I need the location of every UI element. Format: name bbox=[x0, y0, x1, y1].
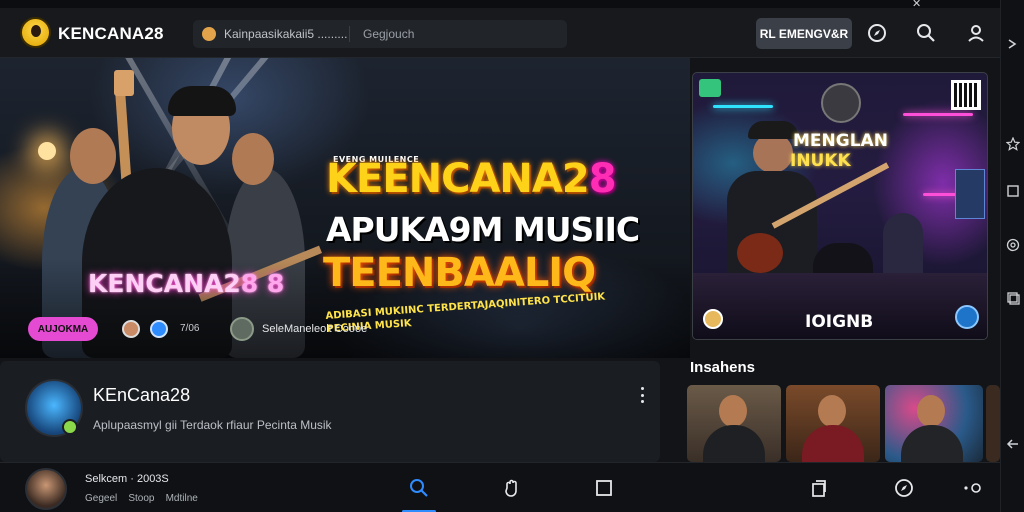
thumbnail-face bbox=[917, 395, 945, 427]
more-icon[interactable] bbox=[963, 477, 985, 499]
at-sign-icon[interactable] bbox=[1005, 237, 1021, 253]
search-icon[interactable] bbox=[408, 477, 430, 499]
highlight-thumbnail[interactable] bbox=[786, 385, 880, 462]
poster-title-line1: MENGLAN bbox=[793, 131, 888, 151]
feature-poster[interactable]: MENGLAN INUKK IOIGNB bbox=[692, 72, 988, 340]
hero-avatar[interactable] bbox=[122, 320, 140, 338]
hero-title-main: KEENCANA2 bbox=[326, 156, 590, 202]
top-header: KENCANA28 Kainpaasikakaii5 ......... Geg… bbox=[0, 8, 1000, 58]
poster-avatar[interactable] bbox=[703, 309, 723, 329]
bottom-bar: Selkcem · 2003S Gegeel Stoop Mdtilne bbox=[0, 462, 1000, 512]
channel-name[interactable]: KEnCana28 bbox=[93, 385, 190, 406]
header-action-button[interactable]: RL EMENGV&R bbox=[756, 18, 852, 49]
thumbnail-face bbox=[818, 395, 846, 427]
hero-brand-overlay-digit: 8 8 bbox=[240, 269, 285, 298]
poster-helmet bbox=[821, 83, 861, 123]
brand-logo[interactable] bbox=[20, 17, 51, 48]
search-avatar bbox=[202, 27, 216, 41]
channel-card[interactable]: KEnCana28 Aplupaasmyl gii Terdaok rfiaur… bbox=[0, 361, 660, 462]
hero-channel-avatar[interactable] bbox=[230, 317, 254, 341]
highlight-thumbnail-partial[interactable] bbox=[986, 385, 1000, 462]
stage-spotlight bbox=[38, 142, 56, 160]
poster-guitarist-cap bbox=[748, 121, 798, 139]
thumbnail-body bbox=[703, 425, 765, 462]
highlights-title: Insahens bbox=[690, 359, 756, 376]
qr-code-icon bbox=[951, 80, 981, 110]
poster-monitor bbox=[955, 169, 985, 219]
poster-badge-icon bbox=[699, 79, 721, 97]
neon-light bbox=[903, 113, 973, 116]
hero-title-line3: TEENBAALIQ bbox=[323, 250, 596, 296]
poster-logo-icon bbox=[955, 305, 979, 329]
poster-title-line2: INUKK bbox=[790, 151, 851, 171]
compass-icon[interactable] bbox=[893, 477, 915, 499]
layers-icon[interactable] bbox=[1005, 290, 1021, 306]
hero-brand-overlay-main: KENCANA2 bbox=[88, 269, 241, 298]
brand-title: KENCANA28 bbox=[58, 24, 164, 43]
right-sidebar bbox=[1000, 0, 1024, 512]
band-member-left-head bbox=[70, 128, 116, 184]
back-arrow-icon[interactable] bbox=[1005, 436, 1021, 452]
more-options-icon[interactable] bbox=[636, 385, 648, 405]
user-icon[interactable] bbox=[965, 22, 987, 44]
star-icon[interactable] bbox=[1005, 136, 1021, 152]
verified-icon bbox=[150, 320, 168, 338]
hero-banner[interactable]: EVENG MUILENCE KEENCANA28 APUKA9M MUSIIC… bbox=[0, 58, 690, 358]
hero-title-digit: 8 bbox=[588, 156, 617, 202]
hero-count: 7/06 bbox=[180, 323, 200, 334]
search-icon[interactable] bbox=[915, 22, 937, 44]
thumbnail-body bbox=[802, 425, 864, 462]
highlight-thumbnail[interactable] bbox=[885, 385, 983, 462]
thumbnail-body bbox=[901, 425, 963, 462]
guitar-head bbox=[114, 70, 134, 96]
search-bar[interactable]: Kainpaasikakaii5 ......... Gegjouch bbox=[193, 20, 567, 48]
lead-singer-hair bbox=[168, 86, 236, 116]
chevron-right-icon[interactable] bbox=[1005, 36, 1021, 52]
hero-brand-overlay: KENCANA28 8 bbox=[88, 269, 284, 298]
thumbnail-face bbox=[719, 395, 747, 427]
poster-guitar-body bbox=[737, 233, 783, 273]
poster-title: MENGLAN INUKK bbox=[790, 131, 888, 171]
highlight-thumbnail[interactable] bbox=[687, 385, 781, 462]
hero-title: KEENCANA28 bbox=[326, 156, 617, 202]
search-divider bbox=[349, 26, 350, 42]
square-icon[interactable] bbox=[593, 477, 615, 499]
compass-icon[interactable] bbox=[866, 22, 888, 44]
user-avatar[interactable] bbox=[25, 468, 67, 510]
app-window: ✕ KENCANA28 Kainpaasikakaii5 ......... G… bbox=[0, 0, 1024, 512]
channel-description: Aplupaasmyl gii Terdaok rfiaur Pecinta M… bbox=[93, 418, 332, 432]
band-member-right-head bbox=[232, 133, 274, 185]
search-input[interactable]: Gegjouch bbox=[363, 27, 414, 41]
hero-pill-button[interactable]: AUJOKMA bbox=[28, 317, 98, 341]
user-name: Selkcem · 2003S bbox=[85, 473, 169, 485]
neon-light bbox=[713, 105, 773, 108]
square-icon[interactable] bbox=[1005, 183, 1021, 199]
user-links[interactable]: Gegeel Stoop Mdtilne bbox=[85, 493, 198, 504]
poster-guitarist-head bbox=[753, 133, 793, 173]
channel-badge-icon bbox=[62, 419, 78, 435]
hero-title-line2: APUKA9M MUSIIC bbox=[326, 210, 640, 249]
poster-bottom-text: IOIGNB bbox=[805, 312, 874, 332]
search-context-text: Kainpaasikakaii5 ......... bbox=[224, 27, 348, 41]
hand-icon[interactable] bbox=[501, 477, 523, 499]
os-title-strip: ✕ bbox=[0, 0, 1000, 10]
hero-channel-line: SeleManeleolt Coooe bbox=[262, 323, 368, 335]
copy-icon[interactable] bbox=[808, 477, 830, 499]
